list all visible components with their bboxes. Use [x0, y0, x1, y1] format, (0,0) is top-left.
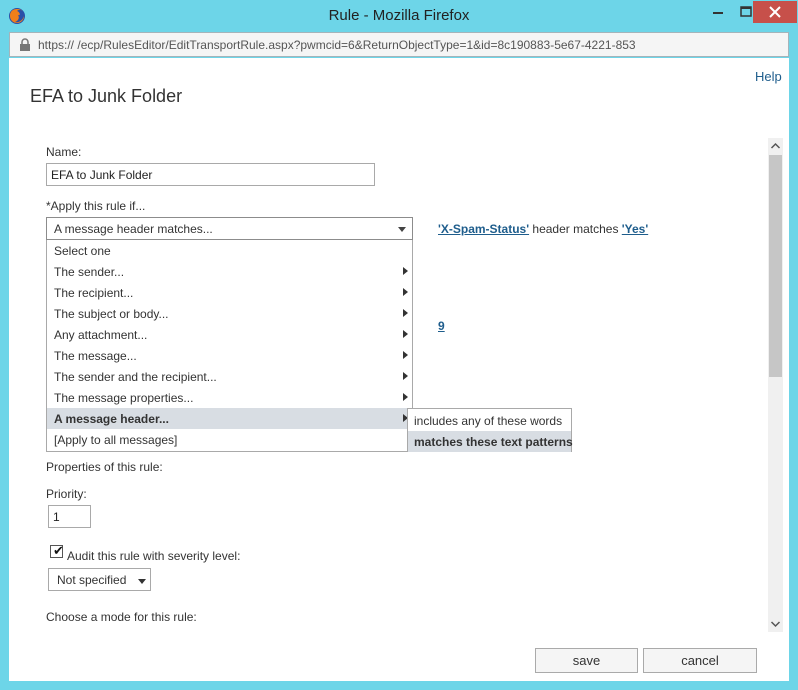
partial-link[interactable]: 9: [438, 319, 445, 333]
submenu-item-includes-words[interactable]: includes any of these words: [408, 410, 571, 431]
menu-item-select-one[interactable]: Select one: [47, 240, 413, 261]
menu-item-message[interactable]: The message...: [47, 345, 413, 366]
condition-description: 'X-Spam-Status' header matches 'Yes': [438, 222, 649, 236]
page-content: Help EFA to Junk Folder Name: *Apply thi…: [9, 58, 789, 681]
audit-checkbox[interactable]: ✔: [50, 543, 64, 558]
menu-item-message-properties[interactable]: The message properties...: [47, 387, 413, 408]
name-label: Name:: [46, 145, 82, 159]
apply-rule-select[interactable]: A message header matches...: [46, 217, 413, 240]
audit-label: Audit this rule with severity level:: [67, 549, 241, 563]
header-value-link[interactable]: 'Yes': [622, 222, 648, 236]
menu-item-apply-to-all[interactable]: [Apply to all messages]: [47, 429, 413, 450]
chevron-right-icon: [403, 330, 408, 338]
menu-item-sender-and-recipient[interactable]: The sender and the recipient...: [47, 366, 413, 387]
chevron-down-icon: [398, 227, 406, 232]
chevron-right-icon: [403, 309, 408, 317]
checkmark-icon: ✔: [53, 543, 64, 558]
submenu-item-matches-patterns[interactable]: matches these text patterns: [408, 431, 573, 452]
help-link[interactable]: Help: [755, 69, 782, 84]
properties-label: Properties of this rule:: [46, 460, 163, 474]
lock-icon: [20, 38, 30, 51]
condition-menu: Select one The sender... The recipient..…: [46, 240, 413, 452]
url-text: https:// /ecp/RulesEditor/EditTransportR…: [38, 38, 636, 52]
header-submenu: includes any of these words matches thes…: [407, 408, 573, 452]
menu-item-attachment[interactable]: Any attachment...: [47, 324, 413, 345]
menu-item-sender[interactable]: The sender...: [47, 261, 413, 282]
priority-input[interactable]: [48, 505, 91, 528]
close-icon[interactable]: [753, 1, 797, 23]
mode-label: Choose a mode for this rule:: [46, 610, 197, 624]
cancel-button[interactable]: cancel: [643, 648, 757, 673]
apply-rule-selected: A message header matches...: [54, 222, 213, 236]
save-button[interactable]: save: [535, 648, 638, 673]
apply-rule-label: *Apply this rule if...: [46, 199, 146, 213]
scrollbar-thumb[interactable]: [769, 155, 782, 377]
chevron-right-icon: [403, 393, 408, 401]
window-title: Rule - Mozilla Firefox: [328, 7, 470, 24]
address-bar[interactable]: https:// /ecp/RulesEditor/EditTransportR…: [9, 32, 789, 57]
chevron-down-icon: [138, 579, 146, 584]
chevron-right-icon: [403, 288, 408, 296]
window-titlebar: Rule - Mozilla Firefox: [0, 0, 798, 32]
minimize-icon[interactable]: [704, 1, 732, 23]
severity-selected: Not specified: [57, 573, 127, 587]
priority-label: Priority:: [46, 487, 87, 501]
header-name-link[interactable]: 'X-Spam-Status': [438, 222, 529, 236]
chevron-right-icon: [403, 372, 408, 380]
chevron-right-icon: [403, 351, 408, 359]
scroll-down-icon[interactable]: [768, 615, 783, 632]
name-input[interactable]: [46, 163, 375, 186]
menu-item-subject-or-body[interactable]: The subject or body...: [47, 303, 413, 324]
menu-item-recipient[interactable]: The recipient...: [47, 282, 413, 303]
severity-select[interactable]: Not specified: [48, 568, 151, 591]
page-title: EFA to Junk Folder: [30, 86, 183, 106]
menu-item-message-header[interactable]: A message header...: [47, 408, 413, 429]
scroll-up-icon[interactable]: [768, 138, 783, 155]
chevron-right-icon: [403, 267, 408, 275]
